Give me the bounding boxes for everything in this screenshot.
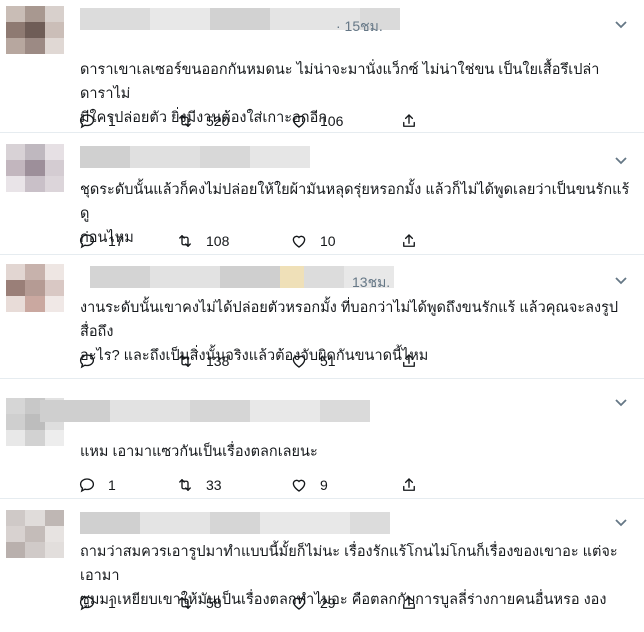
retweet-icon: [176, 112, 194, 130]
like-icon: [290, 594, 308, 612]
timestamp[interactable]: 13ชม.: [352, 272, 390, 294]
like-button[interactable]: 106: [290, 112, 343, 130]
retweet-button[interactable]: 520: [176, 112, 229, 130]
retweet-count: 58: [206, 595, 222, 611]
retweet-icon: [176, 232, 194, 250]
retweet-count: 33: [206, 477, 222, 493]
reply-button[interactable]: [78, 352, 108, 370]
like-icon: [290, 232, 308, 250]
reply-icon: [78, 352, 96, 370]
share-button[interactable]: [400, 232, 418, 250]
chevron-down-icon[interactable]: [614, 154, 628, 169]
chevron-down-icon[interactable]: [614, 396, 628, 411]
retweet-button[interactable]: 58: [176, 594, 222, 612]
like-count: 106: [320, 113, 344, 129]
blurred-username[interactable]: [40, 400, 370, 422]
divider: [0, 378, 644, 379]
blurred-username[interactable]: [80, 512, 390, 534]
reply-button[interactable]: 1: [78, 594, 116, 612]
like-button[interactable]: 29: [290, 594, 336, 612]
like-button[interactable]: 9: [290, 476, 328, 494]
action-bar: 17 108 10: [78, 232, 428, 254]
avatar[interactable]: [6, 510, 64, 558]
reply-icon: [78, 476, 96, 494]
like-count: 51: [320, 353, 336, 369]
retweet-count: 138: [206, 353, 230, 369]
reply-count: 1: [108, 477, 116, 493]
reply-button[interactable]: 1: [78, 112, 116, 130]
retweet-button[interactable]: 33: [176, 476, 222, 494]
chevron-down-icon[interactable]: [614, 18, 628, 33]
retweet-icon: [176, 594, 194, 612]
like-icon: [290, 352, 308, 370]
divider: [0, 132, 644, 133]
like-icon: [290, 112, 308, 130]
action-bar: 1 58 29: [78, 594, 428, 616]
tweet-text-line: แหม เอามาแซวกันเป็นเรื่องตลกเลยนะ: [80, 444, 318, 460]
reply-button[interactable]: 1: [78, 476, 116, 494]
like-button[interactable]: 51: [290, 352, 336, 370]
retweet-icon: [176, 352, 194, 370]
reply-count: 1: [108, 595, 116, 611]
share-icon: [400, 112, 418, 130]
like-count: 9: [320, 477, 328, 493]
timestamp[interactable]: · 15ชม.: [336, 16, 383, 38]
share-icon: [400, 352, 418, 370]
reply-count: 1: [108, 113, 116, 129]
blurred-username[interactable]: [80, 146, 310, 168]
share-button[interactable]: [400, 112, 418, 130]
reply-icon: [78, 112, 96, 130]
divider: [0, 498, 644, 499]
tweet-text-line: งานระดับนั้นเขาคงไม่ได้ปล่อยตัวหรอกมั้ง …: [80, 300, 619, 340]
like-icon: [290, 476, 308, 494]
reply-icon: [78, 594, 96, 612]
action-bar: 138 51: [78, 352, 428, 374]
share-icon: [400, 232, 418, 250]
share-button[interactable]: [400, 476, 418, 494]
reply-button[interactable]: 17: [78, 232, 124, 250]
divider: [0, 254, 644, 255]
retweet-count: 108: [206, 233, 230, 249]
tweet-text-line: ดาราเขาเลเซอร์ขนออกกันหมดนะ ไม่น่าจะมานั…: [80, 62, 600, 102]
share-icon: [400, 476, 418, 494]
chevron-down-icon[interactable]: [614, 274, 628, 289]
share-button[interactable]: [400, 594, 418, 612]
like-count: 29: [320, 595, 336, 611]
share-icon: [400, 594, 418, 612]
share-button[interactable]: [400, 352, 418, 370]
retweet-count: 520: [206, 113, 230, 129]
chevron-down-icon[interactable]: [614, 516, 628, 531]
tweet-text-line: ถามว่าสมควรเอารูปมาทำแบบนี้มั้ยก็ไม่นะ เ…: [80, 544, 618, 584]
reply-icon: [78, 232, 96, 250]
like-button[interactable]: 10: [290, 232, 336, 250]
avatar[interactable]: [6, 264, 64, 312]
avatar[interactable]: [6, 6, 64, 54]
retweet-button[interactable]: 108: [176, 232, 229, 250]
retweet-icon: [176, 476, 194, 494]
action-bar: 1 520 106: [78, 112, 428, 134]
tweet-text-line: ชุดระดับนั้นแล้วก็คงไม่ปล่อยให้ใยผ้ามันห…: [80, 182, 630, 222]
reply-count: 17: [108, 233, 124, 249]
action-bar: 1 33 9: [78, 476, 428, 498]
like-count: 10: [320, 233, 336, 249]
blurred-username[interactable]: [90, 266, 394, 288]
tweet-text: แหม เอามาแซวกันเป็นเรื่องตลกเลยนะ: [80, 440, 635, 464]
retweet-button[interactable]: 138: [176, 352, 229, 370]
avatar[interactable]: [6, 144, 64, 192]
